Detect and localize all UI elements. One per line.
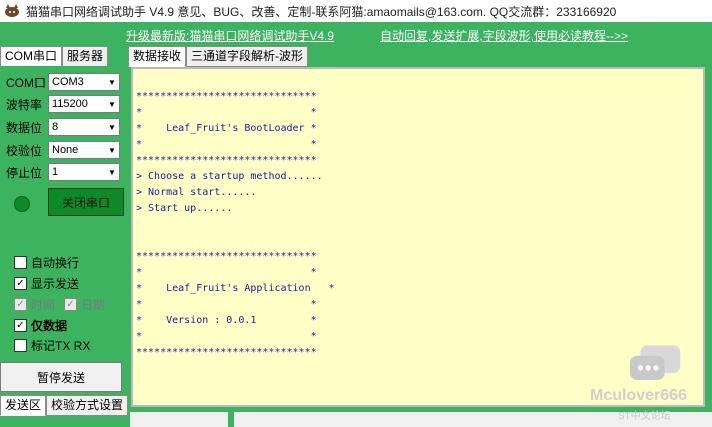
title-bar: 猫猫串口网络调试助手 V4.9 意见、BUG、改善、定制-联系阿猫:amaoma… [0, 0, 712, 22]
baud-rate-row: 波特率 115200 ▼ [6, 94, 120, 114]
send-area-strip [130, 412, 228, 427]
checkbox-checked-icon[interactable]: ✓ [64, 298, 77, 311]
stop-bits-row: 停止位 1 ▼ [6, 162, 120, 182]
parity-label: 校验位 [6, 143, 43, 158]
option-label: 标记TX RX [31, 339, 91, 353]
chevron-down-icon: ▼ [108, 122, 116, 132]
checkbox-checked-icon[interactable]: ✓ [14, 298, 27, 311]
pause-send-button[interactable]: 暂停发送 [0, 362, 122, 392]
watermark-sub: ST中文论坛 [618, 411, 671, 422]
com-port-row: COM口 COM3 ▼ [6, 72, 120, 92]
stop-bits-select[interactable]: 1 ▼ [48, 163, 120, 181]
chevron-down-icon: ▼ [108, 99, 116, 109]
wechat-icon [630, 345, 681, 380]
option-label: 时间 [31, 298, 56, 312]
option-label: 自动换行 [31, 256, 80, 270]
option-auto-wrap[interactable]: 自动换行 [14, 254, 79, 271]
receive-tabs: 数据接收 三通道字段解析-波形 [128, 46, 309, 67]
baud-rate-select[interactable]: 115200 ▼ [48, 95, 120, 113]
stop-bits-value: 1 [52, 166, 59, 178]
tab-send-area[interactable]: 发送区 [0, 395, 47, 416]
option-data-only[interactable]: ✓ 仅数据 [14, 317, 67, 334]
top-banner: 升级最新版:猫猫串口网络调试助手V4.9 自动回复,发送扩展,字段波形,使用必读… [0, 22, 712, 46]
baud-rate-label: 波特率 [6, 97, 43, 112]
tab-three-channel-wave[interactable]: 三通道字段解析-波形 [186, 46, 309, 67]
option-mark-txrx[interactable]: 标记TX RX [14, 337, 90, 354]
tab-com-serial[interactable]: COM串口 [0, 46, 62, 67]
com-port-label: COM口 [6, 75, 46, 90]
parity-select[interactable]: None ▼ [48, 141, 120, 159]
status-led-icon [14, 196, 30, 212]
option-label: 仅数据 [31, 319, 68, 333]
parity-value: None [52, 144, 79, 156]
bottom-tabs: 发送区 校验方式设置 [0, 395, 129, 416]
parity-row: 校验位 None ▼ [6, 140, 120, 160]
window-title: 猫猫串口网络调试助手 V4.9 意见、BUG、改善、定制-联系阿猫:amaoma… [26, 4, 617, 19]
tab-checksum-settings[interactable]: 校验方式设置 [46, 395, 129, 416]
stop-bits-label: 停止位 [6, 165, 43, 180]
option-show-send[interactable]: ✓ 显示发送 [14, 275, 79, 292]
close-port-button[interactable]: 关闭串口 [48, 188, 124, 216]
display-options: 自动换行 ✓ 显示发送 ✓ 时间 ✓ 日期 ✓ 仅数据 标记TX RX [8, 248, 118, 358]
checkbox-checked-icon[interactable]: ✓ [14, 319, 27, 332]
option-label: 日期 [81, 298, 106, 312]
checkbox-icon[interactable] [14, 256, 27, 269]
left-tabs: COM串口 服务器 [0, 46, 109, 67]
cat-icon [5, 4, 19, 17]
option-time[interactable]: ✓ 时间 [14, 296, 55, 313]
watermark-text: Mculover666 [590, 387, 687, 404]
chevron-down-icon: ▼ [108, 77, 116, 87]
checkbox-icon[interactable] [14, 339, 27, 352]
com-port-select[interactable]: COM3 ▼ [48, 73, 120, 91]
com-port-value: COM3 [52, 76, 84, 88]
chevron-down-icon: ▼ [108, 167, 116, 177]
option-date[interactable]: ✓ 日期 [64, 296, 105, 313]
baud-rate-value: 115200 [52, 98, 88, 110]
help-link[interactable]: 自动回复,发送扩展,字段波形,使用必读教程-->> [380, 27, 628, 44]
tab-server[interactable]: 服务器 [62, 46, 109, 67]
data-bits-label: 数据位 [6, 120, 43, 135]
chevron-down-icon: ▼ [108, 145, 116, 155]
received-text: ****************************** * * * Lea… [136, 91, 335, 358]
watermark: Mculover666 ST中文论坛 [560, 345, 710, 425]
data-bits-select[interactable]: 8 ▼ [48, 118, 120, 136]
tab-data-receive[interactable]: 数据接收 [128, 46, 187, 67]
data-bits-value: 8 [52, 121, 59, 133]
data-bits-row: 数据位 8 ▼ [6, 117, 120, 137]
option-label: 显示发送 [31, 277, 80, 291]
update-link[interactable]: 升级最新版:猫猫串口网络调试助手V4.9 [126, 27, 334, 44]
checkbox-checked-icon[interactable]: ✓ [14, 277, 27, 290]
